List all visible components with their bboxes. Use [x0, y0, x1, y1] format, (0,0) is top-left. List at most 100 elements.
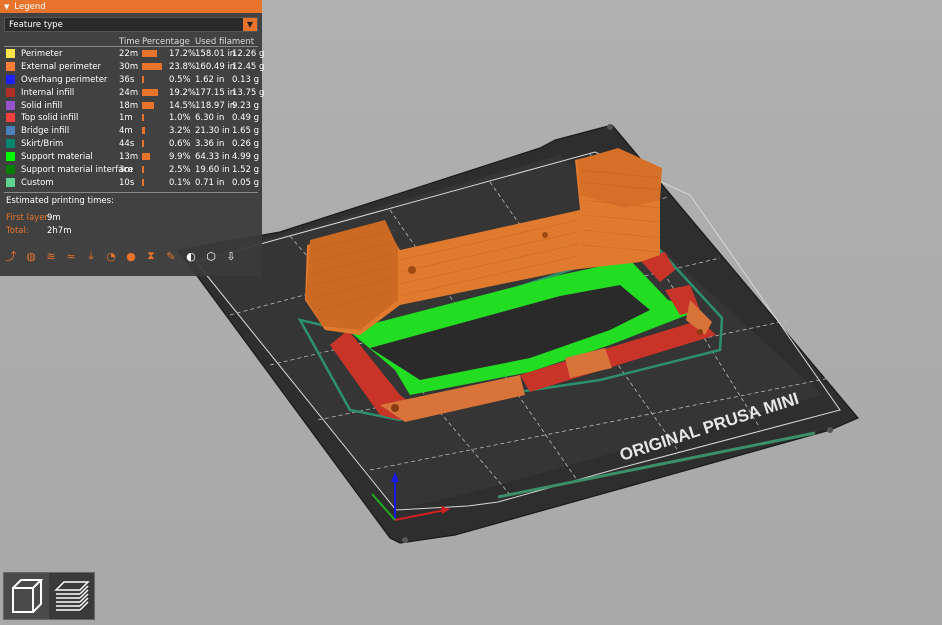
percentage-bar — [142, 114, 144, 122]
legend-rows: Perimeter 22m 17.2% 158.01 in 12.26 g Externa… — [4, 47, 264, 189]
feature-name: Overhang perimeter — [21, 74, 108, 85]
feature-percentage: 1.0% — [169, 113, 191, 124]
feature-percentage: 17.2% — [169, 49, 197, 59]
percentage-bar — [142, 88, 159, 96]
feature-percentage: 0.5% — [169, 74, 191, 85]
preview-button[interactable] — [49, 573, 94, 619]
options-toolbar: ⤴ ◍ ≋ ≈ ⤓ ◔ ● ⧗ ✎ ◐ ⬡ ⇩ — [4, 249, 238, 263]
feature-length: 1.62 in — [195, 74, 225, 85]
feature-time: 13m — [119, 152, 139, 163]
feature-percentage: 0.6% — [169, 139, 191, 150]
feature-weight: 0.49 g — [232, 113, 260, 124]
feature-length: 177.15 in — [195, 87, 236, 98]
color-swatch — [6, 113, 15, 123]
feature-weight: 12.45 g — [232, 61, 265, 72]
feature-name: Custom — [21, 177, 54, 188]
color-changes-icon[interactable]: ● — [124, 249, 138, 263]
feature-percentage: 2.5% — [169, 165, 191, 176]
feature-percentage: 3.2% — [169, 126, 191, 137]
legend-row[interactable]: Solid infill 18m 14.5% 118.97 in 9.23 g — [4, 99, 260, 112]
view-type-select[interactable]: Feature type ▼ — [4, 17, 258, 32]
legend-table-header: Time Percentage Used filament — [4, 35, 258, 47]
feature-length: 158.01 in — [195, 49, 236, 59]
feature-time: 4m — [119, 126, 133, 137]
feature-time: 44s — [119, 139, 135, 150]
view-switch — [3, 572, 95, 620]
feature-weight: 1.52 g — [232, 165, 260, 176]
percentage-bar — [142, 50, 157, 57]
shells-icon[interactable]: ⬡ — [204, 249, 218, 263]
color-swatch — [6, 165, 15, 175]
feature-name: Internal infill — [21, 87, 75, 98]
percentage-bar — [142, 140, 144, 148]
feature-length: 3.36 in — [195, 139, 225, 150]
color-swatch — [6, 87, 15, 97]
percentage-bar — [142, 101, 155, 109]
feature-time: 18m — [119, 100, 139, 111]
layers-icon — [53, 581, 90, 611]
feature-weight: 9.23 g — [232, 100, 260, 111]
feature-percentage: 23.8% — [169, 61, 197, 72]
feature-name: Perimeter — [21, 49, 63, 59]
feature-percentage: 9.9% — [169, 152, 191, 163]
legend-header[interactable]: ▼ Legend — [0, 0, 262, 13]
tool-changes-icon[interactable]: ◔ — [104, 249, 118, 263]
legend-row[interactable]: Perimeter 22m 17.2% 158.01 in 12.26 g — [4, 47, 264, 60]
color-swatch — [6, 177, 15, 187]
legend-row[interactable]: Support material interface 3m 2.5% 19.60 in… — [4, 163, 260, 176]
feature-time: 36s — [119, 74, 135, 85]
legend-row[interactable]: External perimeter 30m 23.8% 160.49 in 12.45… — [4, 60, 264, 73]
deretractions-icon[interactable]: ≈ — [64, 249, 78, 263]
collapse-triangle-icon[interactable]: ▼ — [4, 3, 9, 11]
legend-row[interactable]: Skirt/Brim 44s 0.6% 3.36 in 0.26 g — [4, 137, 260, 150]
feature-name: Skirt/Brim — [21, 139, 64, 150]
feature-weight: 0.13 g — [232, 74, 260, 85]
color-swatch — [6, 139, 15, 149]
divider — [4, 192, 258, 193]
legend-row[interactable]: Internal infill 24m 19.2% 177.15 in 13.75 g — [4, 86, 264, 99]
column-time: Time — [119, 37, 140, 47]
feature-weight: 0.26 g — [232, 139, 260, 150]
feature-length: 19.60 in — [195, 165, 230, 176]
legend-row[interactable]: Top solid infill 1m 1.0% 6.30 in 0.49 g — [4, 111, 260, 124]
feature-time: 1m — [119, 113, 133, 124]
feature-length: 160.49 in — [195, 61, 236, 72]
legend-row[interactable]: Bridge infill 4m 3.2% 21.30 in 1.65 g — [4, 124, 259, 137]
custom-gcodes-icon[interactable]: ✎ — [164, 249, 178, 263]
estimated-times-title: Estimated printing times: — [6, 196, 114, 206]
color-swatch — [6, 100, 15, 110]
legend-row[interactable]: Support material 13m 9.9% 64.33 in 4.99 g — [4, 150, 260, 163]
feature-weight: 13.75 g — [232, 87, 265, 98]
feature-percentage: 14.5% — [169, 100, 197, 111]
feature-weight: 4.99 g — [232, 152, 260, 163]
legend-row[interactable]: Overhang perimeter 36s 0.5% 1.62 in 0.13 g — [4, 73, 260, 86]
percentage-bar — [142, 75, 144, 83]
tool-marker-icon[interactable]: ⇩ — [224, 249, 238, 263]
center-of-gravity-icon[interactable]: ◐ — [184, 249, 198, 263]
feature-percentage: 19.2% — [169, 87, 197, 98]
legend-row[interactable]: Custom 10s 0.1% 0.71 in 0.05 g — [4, 176, 260, 189]
feature-name: Bridge infill — [21, 126, 70, 137]
feature-length: 0.71 in — [195, 177, 225, 188]
chevron-down-icon[interactable]: ▼ — [243, 18, 257, 31]
legend-title: Legend — [14, 1, 46, 12]
cube-icon — [11, 579, 43, 613]
color-swatch — [6, 61, 15, 71]
total-label: Total: — [6, 226, 29, 236]
feature-length: 118.97 in — [195, 100, 236, 111]
legend-table: Time Percentage Used filament Perimeter 2… — [4, 35, 264, 189]
feature-percentage: 0.1% — [169, 177, 191, 188]
feature-length: 64.33 in — [195, 152, 230, 163]
feature-time: 3m — [119, 165, 133, 176]
travel-icon[interactable]: ⤴ — [4, 249, 18, 263]
first-layer-value: 9m — [47, 213, 61, 223]
wipe-icon[interactable]: ◍ — [24, 249, 38, 263]
feature-name: Support material interface — [21, 165, 134, 176]
color-swatch — [6, 49, 15, 58]
retractions-icon[interactable]: ≋ — [44, 249, 58, 263]
seams-icon[interactable]: ⤓ — [84, 249, 98, 263]
3d-view-button[interactable] — [4, 573, 49, 619]
percentage-bar — [142, 166, 145, 174]
feature-weight: 0.05 g — [232, 177, 260, 188]
pause-prints-icon[interactable]: ⧗ — [144, 249, 158, 263]
